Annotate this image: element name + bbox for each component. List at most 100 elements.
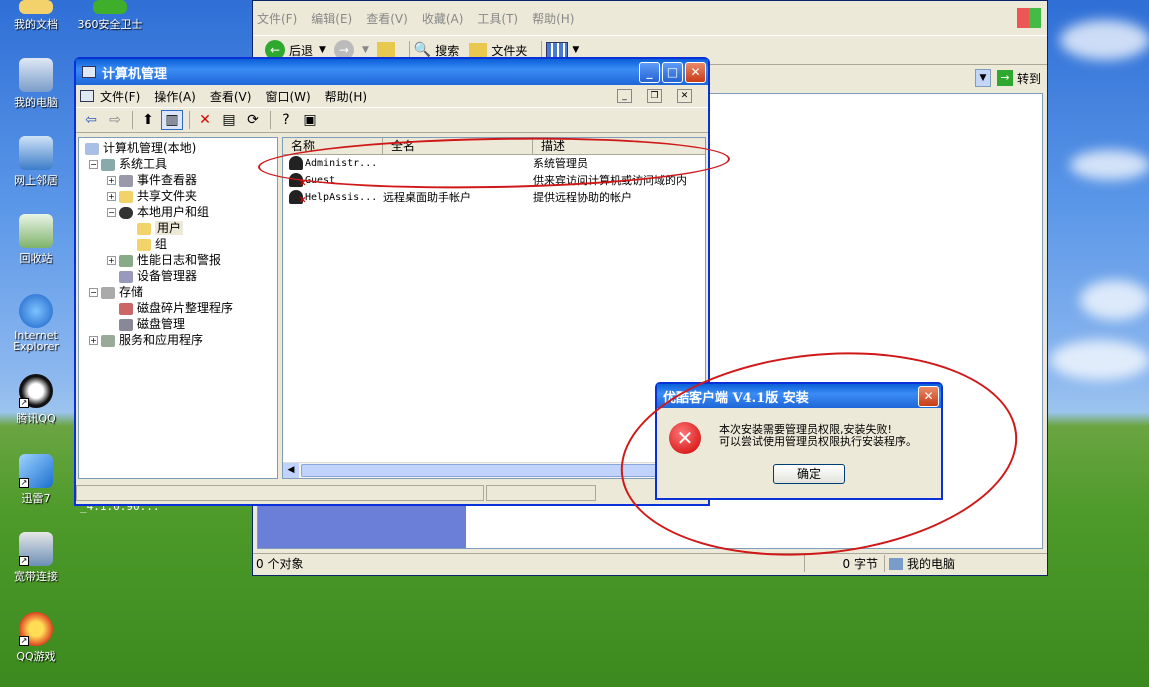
explorer-menu-file[interactable]: 文件(F) (257, 10, 297, 27)
table-row[interactable]: Guest 供来宾访问计算机或访问域的内 (283, 172, 705, 189)
column-fullname[interactable]: 全名 (383, 138, 533, 154)
forward-arrow-icon[interactable]: ⇨ (104, 110, 126, 130)
back-dropdown-icon[interactable]: ▼ (319, 45, 326, 55)
explorer-menu-view[interactable]: 查看(V) (366, 10, 408, 27)
up-folder-icon[interactable] (376, 42, 395, 58)
desktop-icon-my-documents[interactable]: 我的文档 (0, 0, 72, 32)
dialog-titlebar[interactable]: 优酷客户端 V4.1版 安装 ✕ (657, 384, 941, 408)
mgmt-menu-window[interactable]: 窗口(W) (265, 88, 310, 105)
go-button[interactable]: 转到 (1017, 70, 1041, 87)
explorer-menu-tools[interactable]: 工具(T) (477, 10, 518, 27)
users-list-pane[interactable]: 名称 全名 描述 Administr... 系统管理员 Guest 供来宾访问计… (282, 137, 706, 479)
column-name[interactable]: 名称 (283, 138, 383, 154)
360-security-icon (93, 0, 127, 14)
scroll-left-icon[interactable]: ◀ (283, 463, 299, 478)
search-button[interactable]: 搜索 (435, 42, 459, 59)
scroll-thumb[interactable] (301, 464, 661, 477)
open-folder-icon (137, 222, 151, 235)
tree-system-tools[interactable]: − 系统工具 (85, 156, 277, 172)
properties-icon[interactable]: ▤ (218, 110, 240, 130)
folders-icon[interactable] (469, 43, 488, 57)
explorer-menu-edit[interactable]: 编辑(E) (311, 10, 352, 27)
computer-management-icon (85, 142, 99, 155)
desktop-icon-my-computer[interactable]: 我的电脑 (0, 58, 72, 110)
mgmt-menu-view[interactable]: 查看(V) (210, 88, 252, 105)
mgmt-statusbar (76, 483, 708, 503)
computer-management-window[interactable]: 计算机管理 _ □ ✕ 文件(F) 操作(A) 查看(V) 窗口(W) 帮助(H… (74, 57, 710, 506)
explorer-menu-help[interactable]: 帮助(H) (532, 10, 574, 27)
back-button[interactable]: 后退 (289, 42, 313, 59)
desktop-icon-ie[interactable]: Internet Explorer (0, 294, 72, 352)
maximize-button[interactable]: □ (662, 61, 683, 83)
mgmt-titlebar[interactable]: 计算机管理 _ □ ✕ (76, 59, 708, 85)
mgmt-menu-help[interactable]: 帮助(H) (325, 88, 367, 105)
mgmt-menu-file[interactable]: 文件(F) (100, 88, 140, 105)
tree-services[interactable]: + 服务和应用程序 (85, 332, 277, 348)
mgmt-app-icon (82, 66, 96, 78)
tree-defrag[interactable]: 磁盘碎片整理程序 (85, 300, 277, 316)
help-icon[interactable]: ? (275, 110, 297, 130)
tree-local-users[interactable]: − 本地用户和组 (85, 204, 277, 220)
table-row[interactable]: Administr... 系统管理员 (283, 155, 705, 172)
collapse-icon[interactable]: − (107, 208, 116, 217)
performance-icon (119, 254, 133, 267)
child-close-button[interactable]: ✕ (677, 89, 692, 103)
views-dropdown-icon[interactable]: ▼ (572, 45, 579, 55)
collapse-icon[interactable]: − (89, 160, 98, 169)
tree-storage[interactable]: − 存储 (85, 284, 277, 300)
forward-dropdown-icon[interactable]: ▼ (362, 45, 369, 55)
column-description[interactable]: 描述 (533, 138, 705, 154)
expand-icon[interactable]: + (107, 256, 116, 265)
tree-root[interactable]: 计算机管理(本地) (85, 140, 277, 156)
minimize-button[interactable]: _ (639, 61, 660, 83)
table-row[interactable]: HelpAssis... 远程桌面助手帐户 提供远程协助的帐户 (283, 189, 705, 206)
explorer-menu-favorites[interactable]: 收藏(A) (422, 10, 464, 27)
desktop-icon-broadband[interactable]: ↗ 宽带连接 (0, 532, 72, 584)
address-dropdown-icon[interactable]: ▼ (974, 69, 991, 87)
show-hide-tree-icon[interactable]: ▥ (161, 110, 183, 130)
my-computer-small-icon (889, 557, 903, 570)
tree-pane[interactable]: 计算机管理(本地) − 系统工具 + 事件查看器 + 共享文件夹 − 本地用户和组 用户… (78, 137, 278, 479)
tree-perf-logs[interactable]: + 性能日志和警报 (85, 252, 277, 268)
desktop-icon-qq[interactable]: ↗ 腾讯QQ (0, 374, 72, 426)
dialog-title: 优酷客户端 V4.1版 安装 (663, 390, 809, 406)
desktop-icon-recycle-bin[interactable]: 回收站 (0, 214, 72, 266)
back-arrow-icon[interactable]: ⇦ (80, 110, 102, 130)
qq-game-icon: ↗ (19, 612, 53, 646)
tree-device-manager[interactable]: 设备管理器 (85, 268, 277, 284)
tree-event-viewer[interactable]: + 事件查看器 (85, 172, 277, 188)
up-level-icon[interactable]: ⬆ (137, 110, 159, 130)
device-manager-icon (119, 270, 133, 283)
delete-icon[interactable]: ✕ (194, 110, 216, 130)
desktop-icon-qq-game[interactable]: ↗ QQ游戏 (0, 612, 72, 664)
desktop-icon-xunlei[interactable]: ↗ 迅雷7 (0, 454, 72, 506)
mgmt-menu-icon (80, 90, 94, 102)
close-button[interactable]: ✕ (685, 61, 706, 83)
tree-groups[interactable]: 组 (85, 236, 277, 252)
error-icon: ✕ (669, 422, 701, 454)
disabled-user-icon (289, 190, 306, 206)
folders-button[interactable]: 文件夹 (491, 42, 527, 59)
child-minimize-button[interactable]: _ (617, 89, 632, 103)
search-icon[interactable]: 🔍 (414, 42, 431, 58)
go-icon[interactable]: → (996, 70, 1013, 86)
child-restore-button[interactable]: ❐ (647, 89, 662, 103)
tree-shared-folders[interactable]: + 共享文件夹 (85, 188, 277, 204)
expand-icon[interactable]: + (107, 176, 116, 185)
status-object-count: 0 个对象 (253, 555, 805, 572)
horizontal-scrollbar[interactable]: ◀ (283, 462, 705, 478)
views-icon[interactable] (546, 42, 569, 58)
dialog-close-button[interactable]: ✕ (918, 385, 939, 407)
ok-button[interactable]: 确定 (773, 464, 845, 484)
expand-icon[interactable]: + (107, 192, 116, 201)
refresh-icon[interactable]: ⟳ (242, 110, 264, 130)
mgmt-menu-action[interactable]: 操作(A) (154, 88, 196, 105)
expand-icon[interactable]: + (89, 336, 98, 345)
error-dialog[interactable]: 优酷客户端 V4.1版 安装 ✕ ✕ 本次安装需要管理员权限,安装失败! 可以尝… (655, 382, 943, 500)
desktop-icon-network[interactable]: 网上邻居 (0, 136, 72, 188)
console-icon[interactable]: ▣ (299, 110, 321, 130)
desktop-icon-360[interactable]: 360安全卫士 (74, 0, 146, 32)
tree-users[interactable]: 用户 (85, 220, 277, 236)
collapse-icon[interactable]: − (89, 288, 98, 297)
tree-disk-management[interactable]: 磁盘管理 (85, 316, 277, 332)
